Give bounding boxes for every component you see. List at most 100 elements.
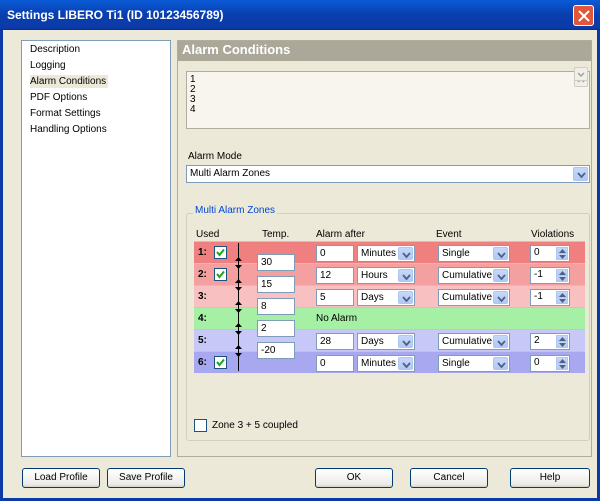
event-value: Cumulative xyxy=(442,270,493,281)
violations-spinner[interactable]: -1 xyxy=(530,289,570,306)
event-value: Single xyxy=(442,358,470,369)
zone-row: 3: 5 Days Cumulative -1 xyxy=(194,285,585,307)
save-profile-button[interactable]: Save Profile xyxy=(107,468,185,488)
alarm-after-unit-select[interactable]: Days xyxy=(357,289,415,306)
alarm-after-amount[interactable]: 0 xyxy=(316,355,354,372)
load-profile-button[interactable]: Load Profile xyxy=(22,468,100,488)
unit-dropdown-button[interactable] xyxy=(398,269,413,282)
event-dropdown-button[interactable] xyxy=(493,357,508,370)
chevron-down-icon xyxy=(402,340,411,347)
temp-threshold-input[interactable]: 15 xyxy=(257,276,295,293)
nav-item-handling-options[interactable]: Handling Options xyxy=(30,123,107,136)
temp-threshold-input[interactable]: 8 xyxy=(257,298,295,315)
close-button[interactable] xyxy=(573,5,594,26)
violations-spinner[interactable]: 0 xyxy=(530,355,570,372)
alarm-after-unit-select[interactable]: Minutes xyxy=(357,245,415,262)
event-select[interactable]: Cumulative xyxy=(438,267,510,284)
violations-spinner[interactable]: 2 xyxy=(530,333,570,350)
event-dropdown-button[interactable] xyxy=(493,247,508,260)
conditions-textbox[interactable]: 1 2 3 4 xyxy=(186,67,590,129)
chevron-down-icon xyxy=(497,296,506,303)
event-select[interactable]: Single xyxy=(438,245,510,262)
zone-used-checkbox[interactable] xyxy=(214,268,227,281)
spinner-buttons[interactable] xyxy=(556,335,568,348)
event-select[interactable]: Cumulative xyxy=(438,333,510,350)
zone-row: 5: 28 Days Cumulative 2 xyxy=(194,329,585,351)
nav-item-format-settings[interactable]: Format Settings xyxy=(30,107,101,120)
alarm-after-amount[interactable]: 0 xyxy=(316,245,354,262)
alarm-after-unit-select[interactable]: Days xyxy=(357,333,415,350)
nav-item-logging[interactable]: Logging xyxy=(30,59,66,72)
alarm-mode-label: Alarm Mode xyxy=(188,151,242,162)
spinner-buttons[interactable] xyxy=(556,269,568,282)
spin-down-button[interactable] xyxy=(556,341,568,348)
chevron-down-icon xyxy=(577,172,586,179)
spin-down-button[interactable] xyxy=(556,297,568,304)
zone-number: 1: xyxy=(198,247,207,258)
zone-used-checkbox[interactable] xyxy=(214,356,227,369)
event-select[interactable]: Single xyxy=(438,355,510,372)
alarm-after-unit-select[interactable]: Minutes xyxy=(357,355,415,372)
unit-dropdown-button[interactable] xyxy=(398,335,413,348)
zone-number: 3: xyxy=(198,291,207,302)
col-alarm-after: Alarm after xyxy=(316,229,365,240)
spinner-buttons[interactable] xyxy=(556,247,568,260)
cancel-button[interactable]: Cancel xyxy=(410,468,488,488)
event-value: Single xyxy=(442,248,470,259)
zone-row: 1: 0 Minutes Single 0 xyxy=(194,241,585,263)
unit-dropdown-button[interactable] xyxy=(398,357,413,370)
alarm-mode-dropdown-button[interactable] xyxy=(573,167,588,181)
unit-value: Days xyxy=(361,336,384,347)
spin-down-button[interactable] xyxy=(556,363,568,370)
alarm-mode-select[interactable]: Multi Alarm Zones xyxy=(186,165,590,183)
settings-panel: Alarm Conditions 1 2 3 4 Alarm Mode Mult… xyxy=(177,40,592,457)
temp-threshold-input[interactable]: 2 xyxy=(257,320,295,337)
chevron-down-icon xyxy=(402,362,411,369)
violations-spinner[interactable]: 0 xyxy=(530,245,570,262)
violations-value: 0 xyxy=(534,247,540,258)
scroll-down-button[interactable] xyxy=(574,67,588,81)
col-event: Event xyxy=(436,229,462,240)
event-dropdown-button[interactable] xyxy=(493,269,508,282)
nav-item-description[interactable]: Description xyxy=(30,43,80,56)
event-select[interactable]: Cumulative xyxy=(438,289,510,306)
text-line: 1 xyxy=(190,74,196,85)
close-icon xyxy=(578,10,590,22)
temp-threshold-input[interactable]: 30 xyxy=(257,254,295,271)
event-dropdown-button[interactable] xyxy=(493,335,508,348)
violations-value: 2 xyxy=(534,335,540,346)
nav-item-alarm-conditions[interactable]: Alarm Conditions xyxy=(30,75,109,88)
unit-dropdown-button[interactable] xyxy=(398,291,413,304)
check-icon xyxy=(216,358,225,367)
temp-threshold-input[interactable]: -20 xyxy=(257,342,295,359)
ok-button[interactable]: OK xyxy=(315,468,393,488)
spinner-buttons[interactable] xyxy=(556,291,568,304)
violations-value: -1 xyxy=(534,269,543,280)
no-alarm-label: No Alarm xyxy=(316,313,358,324)
col-violations: Violations xyxy=(531,229,575,240)
textbox-scrollbar[interactable] xyxy=(573,67,589,87)
window-title: Settings LIBERO Ti1 (ID 10123456789) xyxy=(7,8,224,22)
unit-value: Days xyxy=(361,292,384,303)
settings-nav: Description Logging Alarm Conditions PDF… xyxy=(21,40,171,457)
zone-used-checkbox[interactable] xyxy=(214,246,227,259)
alarm-after-unit-select[interactable]: Hours xyxy=(357,267,415,284)
violations-spinner[interactable]: -1 xyxy=(530,267,570,284)
alarm-after-amount[interactable]: 12 xyxy=(316,267,354,284)
range-arrow-icon xyxy=(234,345,243,360)
spin-down-icon xyxy=(559,255,566,259)
unit-value: Hours xyxy=(361,270,388,281)
spin-down-button[interactable] xyxy=(556,253,568,260)
alarm-after-amount[interactable]: 28 xyxy=(316,333,354,350)
event-value: Cumulative xyxy=(442,292,493,303)
alarm-after-amount[interactable]: 5 xyxy=(316,289,354,306)
help-button[interactable]: Help xyxy=(510,468,590,488)
spin-down-button[interactable] xyxy=(556,275,568,282)
event-dropdown-button[interactable] xyxy=(493,291,508,304)
zone-coupled-checkbox[interactable] xyxy=(194,419,207,432)
zone-number: 4: xyxy=(198,313,207,324)
nav-item-pdf-options[interactable]: PDF Options xyxy=(30,91,87,104)
unit-value: Minutes xyxy=(361,248,397,259)
spinner-buttons[interactable] xyxy=(556,357,568,370)
unit-dropdown-button[interactable] xyxy=(398,247,413,260)
